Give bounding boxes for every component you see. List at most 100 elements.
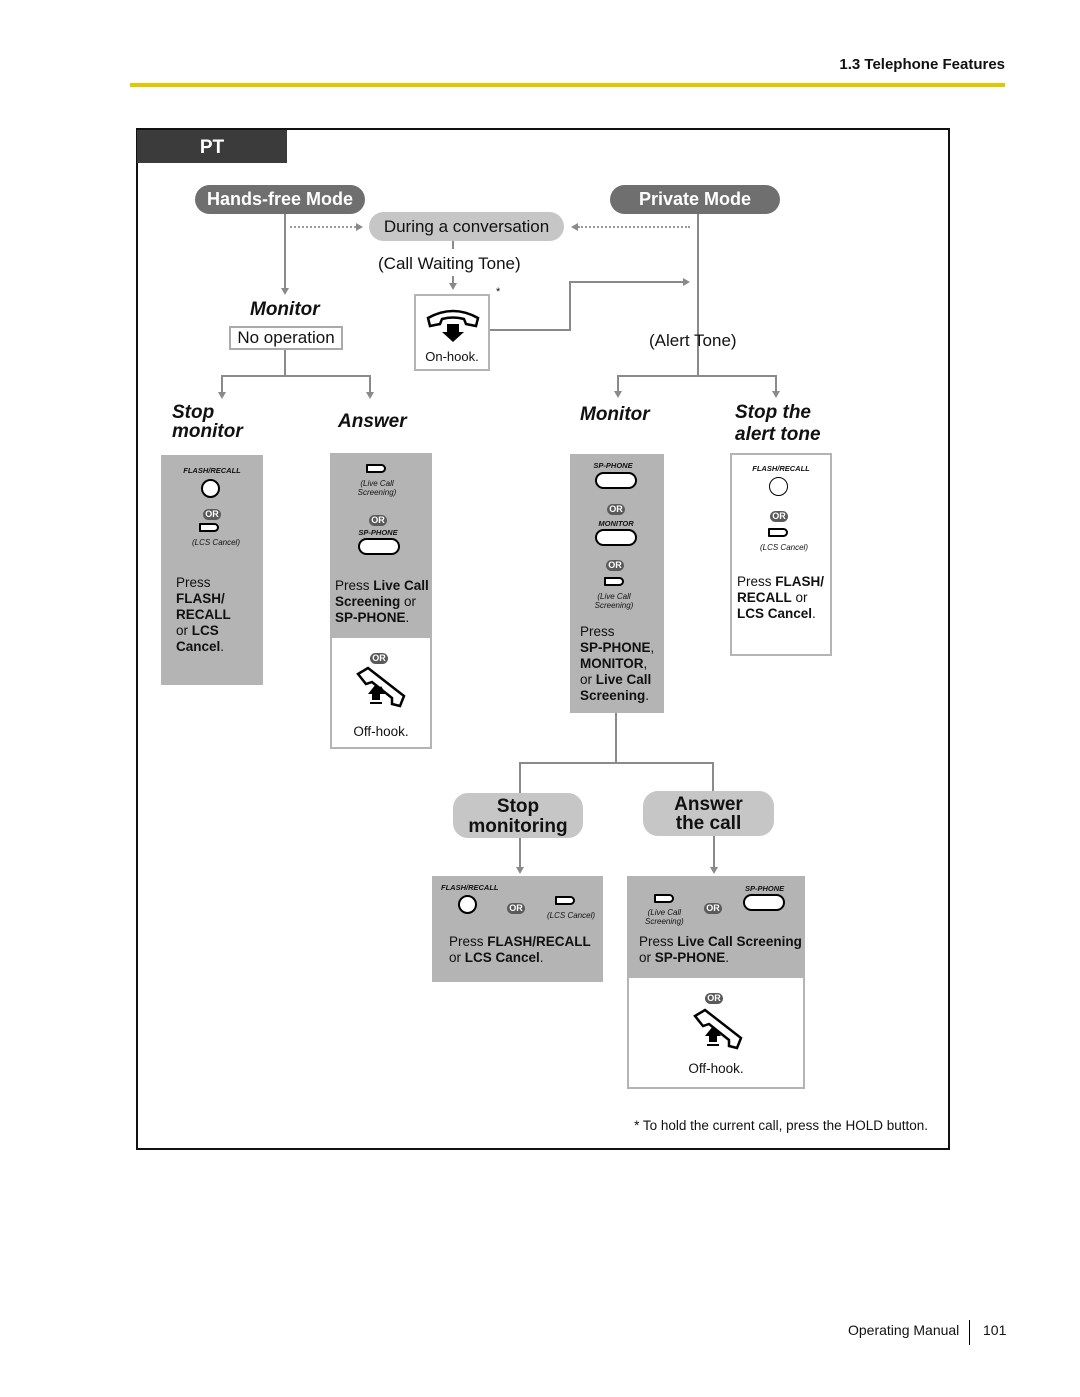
instruction-text: . bbox=[812, 606, 816, 621]
call-waiting-tone-label: (Call Waiting Tone) bbox=[378, 254, 521, 273]
connector bbox=[519, 762, 714, 764]
instruction-text: Press bbox=[449, 934, 488, 949]
connector bbox=[578, 226, 690, 228]
connector bbox=[290, 226, 356, 228]
connector bbox=[452, 241, 454, 249]
flash-recall-button-icon bbox=[769, 477, 788, 496]
key-name-text: SP-PHONE bbox=[580, 640, 651, 655]
stop-alert-heading: Stop the alert tone bbox=[735, 402, 821, 446]
stop-alert-instruction: Press FLASH/RECALL or LCS Cancel. bbox=[737, 574, 824, 622]
answer-offhook-panel: OR Off-hook. bbox=[330, 638, 432, 749]
instruction-text: Press bbox=[176, 575, 211, 590]
on-hook-label: On-hook. bbox=[425, 349, 479, 364]
stop-monitoring-panel: FLASH/RECALL OR (LCS Cancel) Press FLASH… bbox=[432, 876, 603, 982]
key-name-text: FLASH/RECALL bbox=[487, 934, 591, 949]
or-badge: OR bbox=[770, 511, 788, 522]
instruction-text: . bbox=[539, 950, 544, 965]
or-badge: OR bbox=[369, 515, 387, 526]
arrow-left-icon bbox=[571, 223, 578, 231]
monitor-panel: SP-PHONE OR MONITOR OR (Live Call Screeni… bbox=[570, 454, 664, 713]
handsfree-mode-label: Hands-free Mode bbox=[195, 185, 365, 214]
flash-recall-key-label: FLASH/RECALL bbox=[441, 883, 499, 892]
key-name-text: RECALL bbox=[737, 590, 792, 605]
off-hook-handset-icon bbox=[356, 666, 406, 708]
answer-call-offhook-panel: OR Off-hook. bbox=[627, 978, 805, 1089]
lcs-button-icon bbox=[555, 896, 575, 905]
instruction-text: or bbox=[176, 623, 192, 638]
key-name-text: Live Call bbox=[373, 578, 429, 593]
arrow-down-icon bbox=[516, 867, 524, 874]
instruction-text: . bbox=[725, 950, 730, 965]
arrow-down-icon bbox=[614, 391, 622, 398]
or-badge: OR bbox=[606, 560, 624, 571]
arrow-down-icon bbox=[366, 392, 374, 399]
connector bbox=[221, 375, 371, 377]
connector bbox=[284, 214, 286, 289]
live-call-label: (Live Call Screening) bbox=[330, 479, 432, 497]
stop-monitor-panel: FLASH/RECALL OR (LCS Cancel) Press FLASH/… bbox=[161, 455, 263, 685]
connector bbox=[615, 713, 617, 763]
stop-monitor-instruction: Press FLASH/RECALL or LCS Cancel. bbox=[176, 575, 231, 655]
heading-line: the call bbox=[675, 813, 742, 834]
connector bbox=[569, 281, 684, 283]
key-name-text: MONITOR bbox=[580, 656, 644, 671]
connector bbox=[712, 762, 714, 792]
screening-text: Screening) bbox=[645, 917, 684, 926]
answer-panel: (Live Call Screening) OR SP-PHONE Press L… bbox=[330, 453, 432, 639]
connector bbox=[369, 375, 371, 393]
connector bbox=[775, 375, 777, 392]
footnote-marker: * bbox=[496, 286, 501, 298]
lcs-cancel-label: (LCS Cancel) bbox=[191, 538, 240, 547]
or-badge: OR bbox=[507, 903, 525, 914]
heading-line: Stop the bbox=[735, 402, 811, 423]
live-call-label: (Live Call Screening) bbox=[570, 592, 664, 610]
live-call-screening-button-icon bbox=[604, 577, 624, 586]
answer-heading: Answer bbox=[338, 411, 407, 432]
sp-phone-key-label: SP-PHONE bbox=[593, 461, 633, 470]
arrow-down-icon bbox=[218, 392, 226, 399]
connector bbox=[713, 836, 715, 868]
sp-phone-button-icon bbox=[743, 894, 785, 911]
arrow-right-icon bbox=[356, 223, 363, 231]
answer-instruction: Press Live Call Screening or SP-PHONE. bbox=[335, 578, 429, 626]
connector bbox=[221, 375, 223, 393]
connector bbox=[284, 350, 286, 376]
monitor-heading: Monitor bbox=[250, 299, 320, 320]
key-name-text: SP-PHONE bbox=[335, 610, 406, 625]
connector bbox=[617, 375, 619, 392]
during-conversation-label: During a conversation bbox=[369, 212, 564, 241]
manual-name: Operating Manual bbox=[848, 1322, 960, 1338]
page-number: 101 bbox=[983, 1322, 1007, 1338]
arrow-down-icon bbox=[772, 391, 780, 398]
instruction-text: Press bbox=[335, 578, 374, 593]
arrow-down-icon bbox=[710, 867, 718, 874]
on-hook-handset-icon bbox=[426, 309, 480, 342]
screening-text: Screening) bbox=[357, 488, 397, 497]
arrow-down-icon bbox=[449, 283, 457, 290]
key-name-text: Live Call bbox=[595, 672, 652, 687]
answer-the-call-label: Answer the call bbox=[643, 791, 774, 836]
alert-tone-label: (Alert Tone) bbox=[649, 331, 737, 350]
heading-line: Stop bbox=[172, 402, 215, 423]
sp-phone-key-label: SP-PHONE bbox=[745, 884, 785, 893]
key-name-text: FLASH/ bbox=[176, 591, 225, 606]
stop-monitor-heading: Stop monitor bbox=[172, 403, 243, 441]
live-call-screening-button-icon bbox=[366, 464, 386, 473]
monitor-right-heading: Monitor bbox=[580, 404, 650, 425]
live-call-text: (Live Call bbox=[647, 908, 682, 917]
answer-call-instruction: Press Live Call Screening or SP-PHONE. bbox=[639, 934, 802, 966]
instruction-text: or bbox=[449, 950, 465, 965]
key-name-text: RECALL bbox=[176, 607, 231, 622]
instruction-text: . bbox=[645, 688, 650, 703]
off-hook-label: Off-hook. bbox=[688, 1061, 744, 1076]
lcs-button-icon bbox=[768, 528, 788, 537]
connector bbox=[617, 375, 777, 377]
instruction-text: or bbox=[791, 590, 808, 605]
heading-line: Answer bbox=[674, 794, 743, 815]
footer-divider bbox=[969, 1320, 970, 1345]
monitor-button-icon bbox=[595, 529, 637, 546]
connector bbox=[697, 214, 699, 377]
heading-line: monitor bbox=[172, 421, 243, 442]
key-name-text: Screening bbox=[580, 688, 646, 703]
sp-phone-button-icon bbox=[358, 538, 400, 555]
